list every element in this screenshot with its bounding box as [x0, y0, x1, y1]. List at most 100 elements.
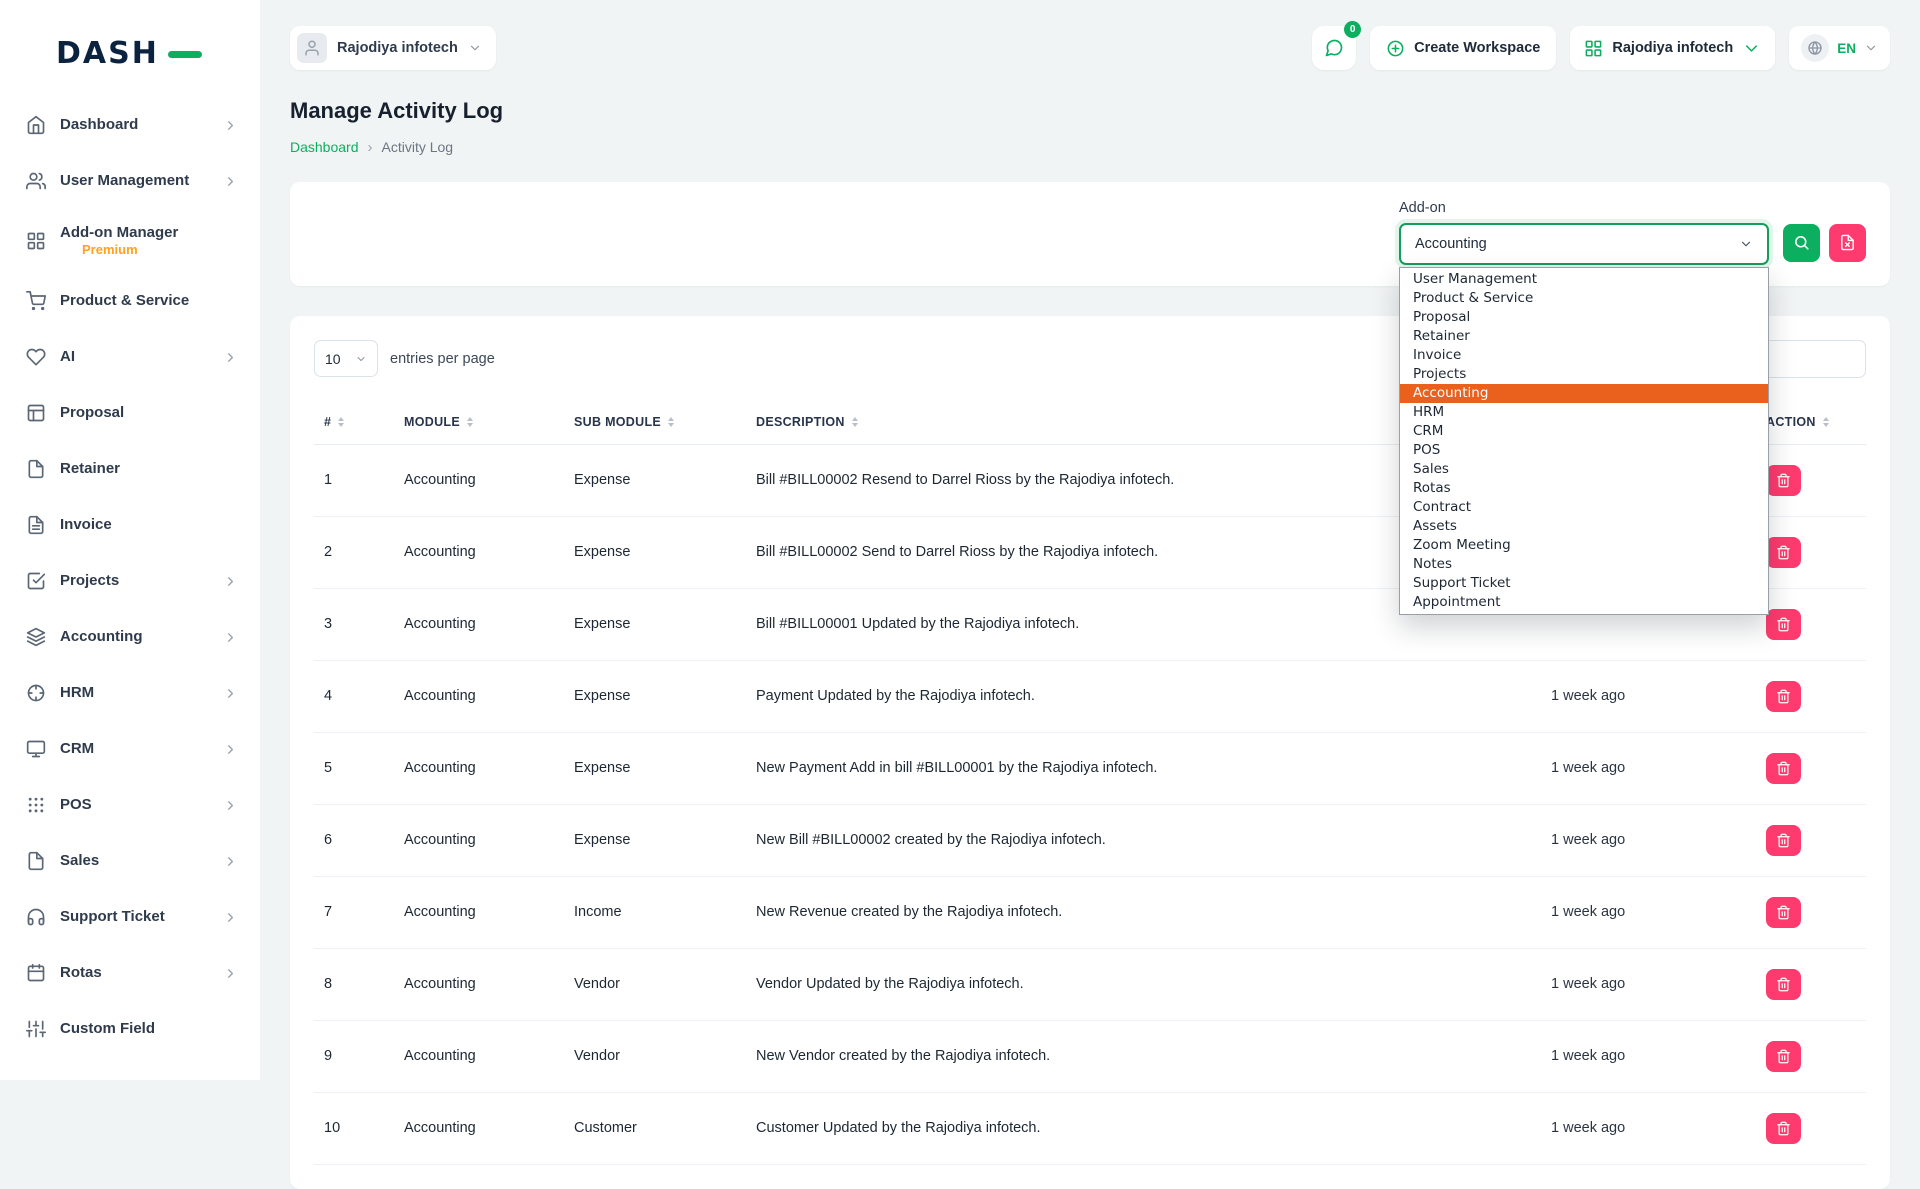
column-header-[interactable]: #: [314, 400, 394, 445]
messages-button[interactable]: 0: [1312, 26, 1356, 70]
cell-sub-module: Income: [564, 876, 746, 948]
column-header-label: MODULE: [404, 415, 460, 429]
dropdown-option[interactable]: Retainer: [1400, 327, 1768, 346]
sidebar-item-add-on-manager[interactable]: Add-on ManagerPremium: [0, 214, 260, 268]
sort-icon: [852, 417, 858, 427]
delete-button[interactable]: [1766, 897, 1801, 928]
dropdown-option[interactable]: HRM: [1400, 403, 1768, 422]
dropdown-option[interactable]: CRM: [1400, 422, 1768, 441]
sidebar-item-projects[interactable]: Projects: [0, 558, 260, 604]
layout-icon: [26, 403, 46, 423]
sidebar-item-sales[interactable]: Sales: [0, 838, 260, 884]
create-workspace-button[interactable]: Create Workspace: [1370, 26, 1556, 70]
chevron-right-icon: [223, 742, 238, 757]
sidebar-item-label: Rotas: [60, 964, 102, 983]
dropdown-option[interactable]: Projects: [1400, 365, 1768, 384]
column-header-description[interactable]: DESCRIPTION: [746, 400, 1501, 445]
dropdown-option[interactable]: Invoice: [1400, 346, 1768, 365]
delete-button[interactable]: [1766, 609, 1801, 640]
cell-action: [1756, 516, 1866, 588]
dropdown-option[interactable]: Zoom Meeting: [1400, 536, 1768, 555]
dropdown-option[interactable]: Support Ticket: [1400, 574, 1768, 593]
reset-filter-button[interactable]: [1829, 224, 1866, 262]
language-selector[interactable]: EN: [1789, 26, 1890, 70]
sidebar-item-label: Accounting: [60, 628, 143, 647]
delete-button[interactable]: [1766, 1113, 1801, 1144]
dropdown-option[interactable]: Appointment: [1400, 593, 1768, 612]
column-header-sub-module[interactable]: SUB MODULE: [564, 400, 746, 445]
dropdown-option[interactable]: Assets: [1400, 517, 1768, 536]
sidebar-item-ai[interactable]: AI: [0, 334, 260, 380]
grid-icon: [1584, 39, 1603, 58]
cell-sub-module: Vendor: [564, 1020, 746, 1092]
dropdown-option[interactable]: Notes: [1400, 555, 1768, 574]
dropdown-option[interactable]: Accounting: [1400, 384, 1768, 403]
sidebar-item-label: User Management: [60, 172, 189, 191]
breadcrumb-dashboard-link[interactable]: Dashboard: [290, 139, 359, 155]
layers-icon: [26, 627, 46, 647]
sidebar-item-user-management[interactable]: User Management: [0, 158, 260, 204]
cell-module: Accounting: [394, 516, 564, 588]
column-header-label: #: [324, 415, 331, 429]
delete-button[interactable]: [1766, 537, 1801, 568]
sidebar-item-custom-field[interactable]: Custom Field: [0, 1006, 260, 1052]
cell-description: Bill #BILL00002 Send to Darrel Rioss by …: [746, 516, 1501, 588]
sidebar-item-crm[interactable]: CRM: [0, 726, 260, 772]
avatar: [297, 33, 327, 63]
sort-icon: [1823, 417, 1829, 427]
cell-module: Accounting: [394, 732, 564, 804]
column-header-label: DESCRIPTION: [756, 415, 845, 429]
entries-per-page-select[interactable]: 10: [314, 340, 378, 377]
dropdown-option[interactable]: Contract: [1400, 498, 1768, 517]
cell-description: Bill #BILL00002 Resend to Darrel Rioss b…: [746, 444, 1501, 516]
sidebar-item-product-service[interactable]: Product & Service: [0, 278, 260, 324]
sidebar-item-invoice[interactable]: Invoice: [0, 502, 260, 548]
chevron-down-icon: [1739, 237, 1753, 251]
brand-logo: DASH: [56, 36, 176, 72]
column-header-module[interactable]: MODULE: [394, 400, 564, 445]
dropdown-option[interactable]: Proposal: [1400, 308, 1768, 327]
dropdown-option[interactable]: User Management: [1400, 270, 1768, 289]
sidebar-item-retainer[interactable]: Retainer: [0, 446, 260, 492]
workspace-dropdown[interactable]: Rajodiya infotech: [1570, 26, 1775, 70]
addon-select[interactable]: Accounting: [1399, 223, 1769, 265]
sidebar-item-proposal[interactable]: Proposal: [0, 390, 260, 436]
entries-per-page: 10 entries per page: [314, 340, 495, 377]
dropdown-option[interactable]: Product & Service: [1400, 289, 1768, 308]
delete-button[interactable]: [1766, 1041, 1801, 1072]
chevron-right-icon: [223, 686, 238, 701]
dropdown-option[interactable]: Rotas: [1400, 479, 1768, 498]
workspace-pill[interactable]: Rajodiya infotech: [290, 26, 496, 70]
chevron-right-icon: [223, 574, 238, 589]
messages-count-badge: 0: [1344, 21, 1361, 38]
table-row: 6AccountingExpenseNew Bill #BILL00002 cr…: [314, 804, 1866, 876]
search-button[interactable]: [1783, 224, 1820, 262]
addon-select-wrap: Accounting User ManagementProduct & Serv…: [1399, 223, 1769, 265]
globe-icon: [1801, 34, 1829, 62]
sidebar-item-hrm[interactable]: HRM: [0, 670, 260, 716]
cell-module: Accounting: [394, 1092, 564, 1164]
sidebar-item-support-ticket[interactable]: Support Ticket: [0, 894, 260, 940]
table-row: 7AccountingIncomeNew Revenue created by …: [314, 876, 1866, 948]
sidebar-item-label: Proposal: [60, 404, 124, 423]
dropdown-option[interactable]: POS: [1400, 441, 1768, 460]
delete-button[interactable]: [1766, 825, 1801, 856]
dropdown-option[interactable]: Sales: [1400, 460, 1768, 479]
delete-button[interactable]: [1766, 681, 1801, 712]
delete-button[interactable]: [1766, 753, 1801, 784]
sliders-icon: [26, 1019, 46, 1039]
sidebar-item-rotas[interactable]: Rotas: [0, 950, 260, 996]
addon-filter-group: Add-on Accounting User ManagementProduct…: [1399, 200, 1769, 265]
sidebar-item-pos[interactable]: POS: [0, 782, 260, 828]
delete-button[interactable]: [1766, 969, 1801, 1000]
monitor-icon: [26, 739, 46, 759]
sidebar-item-dashboard[interactable]: Dashboard: [0, 102, 260, 148]
heart-icon: [26, 347, 46, 367]
delete-button[interactable]: [1766, 465, 1801, 496]
sidebar-item-label: Support Ticket: [60, 908, 165, 927]
sidebar-item-accounting[interactable]: Accounting: [0, 614, 260, 660]
message-icon: [1324, 38, 1344, 58]
table-row: 8AccountingVendorVendor Updated by the R…: [314, 948, 1866, 1020]
column-header-action[interactable]: ACTION: [1756, 400, 1866, 445]
sidebar-item-label: Projects: [60, 572, 119, 591]
